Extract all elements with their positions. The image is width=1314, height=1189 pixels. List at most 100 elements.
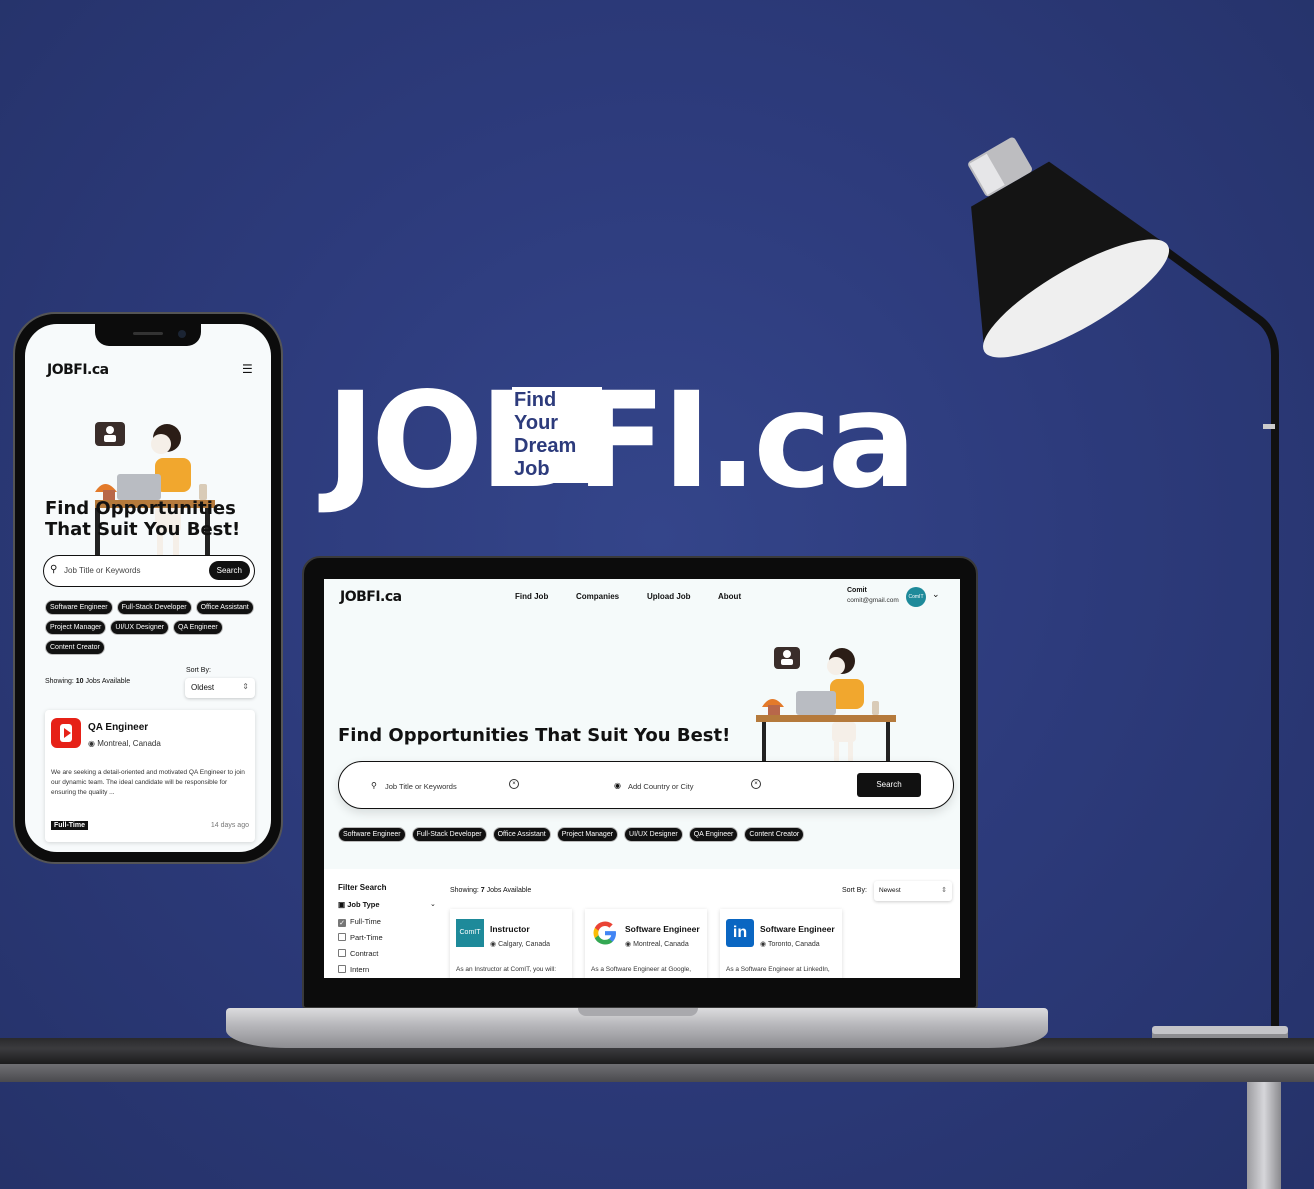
sort-value: Oldest <box>191 683 215 692</box>
mobile-category-chips: Software Engineer Full-Stack Developer O… <box>45 600 260 655</box>
checkbox-intern[interactable]: Intern <box>338 965 369 974</box>
nav-companies[interactable]: Companies <box>576 592 619 601</box>
speaker-grille <box>133 332 163 335</box>
search-icon: ⚲ <box>371 781 377 790</box>
phone-mockup: JOBFI.ca ☰ Find Opportunities That Suit … <box>13 312 283 864</box>
chip-qa-engineer[interactable]: QA Engineer <box>173 620 223 635</box>
sort-select[interactable]: Newest ⇕ <box>874 881 952 901</box>
job-card[interactable]: ComIT Instructor ◉ Calgary, Canada As an… <box>450 909 572 978</box>
chevron-down-icon[interactable]: ⌄ <box>932 589 940 600</box>
clear-location-icon[interactable]: × <box>751 779 761 789</box>
location-pin-icon: ◉ <box>88 739 95 748</box>
user-name: Comit <box>847 587 867 594</box>
filter-group-job-type[interactable]: ▣ Job Type <box>338 900 380 909</box>
desktop-search-bar: ⚲ Job Title or Keywords × ◉ Add Country … <box>338 761 954 809</box>
sort-value: Newest <box>879 887 901 894</box>
desktop-screen: JOBFI.ca Find Job Companies Upload Job A… <box>324 579 960 978</box>
clear-keyword-icon[interactable]: × <box>509 779 519 789</box>
hamburger-icon[interactable]: ☰ <box>242 362 253 376</box>
chip-ui-ux-designer[interactable]: UI/UX Designer <box>624 827 683 842</box>
nav-find-job[interactable]: Find Job <box>515 592 548 601</box>
job-location: ◉ Toronto, Canada <box>760 940 820 948</box>
showing-suffix: Jobs Available <box>484 887 532 894</box>
chip-ui-ux-designer[interactable]: UI/UX Designer <box>110 620 169 635</box>
sort-select[interactable]: Oldest ⇕ <box>185 678 255 698</box>
job-description: We are seeking a detail-oriented and mot… <box>51 769 245 796</box>
phone-notch <box>95 324 201 346</box>
user-email: comit@gmail.com <box>847 597 899 604</box>
comit-logo-icon: ComIT <box>456 919 484 947</box>
location-pin-icon: ◉ <box>490 941 497 948</box>
chevron-updown-icon: ⇕ <box>242 682 249 691</box>
chevron-updown-icon: ⇕ <box>941 887 947 894</box>
brand-tagline: Find Your Dream Job <box>512 387 602 483</box>
mobile-logo[interactable]: JOBFI.ca <box>47 362 109 378</box>
chip-software-engineer[interactable]: Software Engineer <box>338 827 406 842</box>
job-card[interactable]: Software Engineer ◉ Montreal, Canada As … <box>585 909 707 978</box>
showing-count: 10 <box>75 678 84 685</box>
job-title: Instructor <box>490 924 530 934</box>
laptop-notch <box>578 1008 698 1016</box>
checkbox-part-time[interactable]: Part-Time <box>338 933 383 942</box>
nav-about[interactable]: About <box>718 592 741 601</box>
filter-group-label: Job Type <box>347 900 380 909</box>
chip-project-manager[interactable]: Project Manager <box>556 827 619 842</box>
avatar[interactable]: ComIT <box>906 587 926 607</box>
job-type-badge: Full-Time <box>51 821 88 830</box>
mobile-screen: JOBFI.ca ☰ Find Opportunities That Suit … <box>25 324 271 852</box>
sort-label: Sort By: <box>186 667 211 674</box>
chip-software-engineer[interactable]: Software Engineer <box>45 600 113 615</box>
job-card[interactable]: QA Engineer ◉ Montreal, Canada We are se… <box>45 710 255 842</box>
chip-qa-engineer[interactable]: QA Engineer <box>688 827 739 842</box>
job-location: ◉ Montreal, Canada <box>625 940 689 948</box>
job-card[interactable]: in Software Engineer ◉ Toronto, Canada A… <box>720 909 842 978</box>
desk-leg <box>1247 1082 1281 1189</box>
search-button[interactable]: Search <box>857 773 921 797</box>
jobs-count: Showing: 10 Jobs Available <box>45 678 130 685</box>
chip-office-assistant[interactable]: Office Assistant <box>492 827 551 842</box>
checkbox-icon <box>338 933 346 941</box>
chip-office-assistant[interactable]: Office Assistant <box>195 600 254 615</box>
results-section: Filter Search ▣ Job Type ⌄ ✓ Full-Time Pa… <box>324 869 960 978</box>
tagline-line: Find <box>514 389 557 411</box>
checkbox-icon <box>338 965 346 973</box>
jobs-count: Showing: 7 Jobs Available <box>450 887 531 894</box>
location-input[interactable]: Add Country or City <box>628 782 693 791</box>
google-logo-icon <box>593 921 616 945</box>
checkbox-full-time[interactable]: ✓ Full-Time <box>338 917 381 927</box>
job-title: Software Engineer <box>625 924 700 934</box>
checkbox-icon <box>338 949 346 957</box>
desktop-category-chips: Software Engineer Full-Stack Developer O… <box>338 827 805 842</box>
tagline-line: Your <box>514 412 559 434</box>
chevron-down-icon[interactable]: ⌄ <box>430 900 436 908</box>
checkbox-contract[interactable]: Contract <box>338 949 378 958</box>
mobile-search-bar[interactable]: ⚲ Job Title or Keywords Search <box>43 555 255 587</box>
mobile-hero-title: Find Opportunities That Suit You Best! <box>45 498 241 540</box>
sort-label: Sort By: <box>842 887 867 894</box>
checkbox-label: Full-Time <box>350 917 381 926</box>
checkbox-label: Part-Time <box>350 933 383 942</box>
location-text: Toronto, Canada <box>767 941 820 948</box>
filter-title: Filter Search <box>338 883 387 892</box>
search-input[interactable]: Job Title or Keywords <box>64 566 140 575</box>
showing-prefix: Showing: <box>45 678 76 685</box>
linkedin-logo-icon: in <box>726 919 754 947</box>
job-description: As a Software Engineer at LinkedIn, <box>726 966 830 973</box>
chip-project-manager[interactable]: Project Manager <box>45 620 107 635</box>
checkbox-checked-icon: ✓ <box>338 919 346 927</box>
keyword-input[interactable]: Job Title or Keywords <box>385 782 457 791</box>
showing-suffix: Jobs Available <box>83 678 131 685</box>
nav-upload-job[interactable]: Upload Job <box>647 592 691 601</box>
camera-icon <box>178 330 186 338</box>
brand-heading: JOBFI.ca Find Your Dream Job <box>326 375 976 507</box>
youtube-logo-icon <box>51 718 81 748</box>
location-text: Montreal, Canada <box>97 739 161 748</box>
chip-full-stack-developer[interactable]: Full-Stack Developer <box>411 827 487 842</box>
search-button[interactable]: Search <box>208 561 250 580</box>
desktop-logo[interactable]: JOBFI.ca <box>340 589 402 605</box>
chip-full-stack-developer[interactable]: Full-Stack Developer <box>116 600 192 615</box>
checkbox-label: Contract <box>350 949 379 958</box>
chip-content-creator[interactable]: Content Creator <box>45 640 105 655</box>
chip-content-creator[interactable]: Content Creator <box>744 827 805 842</box>
job-title: QA Engineer <box>88 722 149 733</box>
